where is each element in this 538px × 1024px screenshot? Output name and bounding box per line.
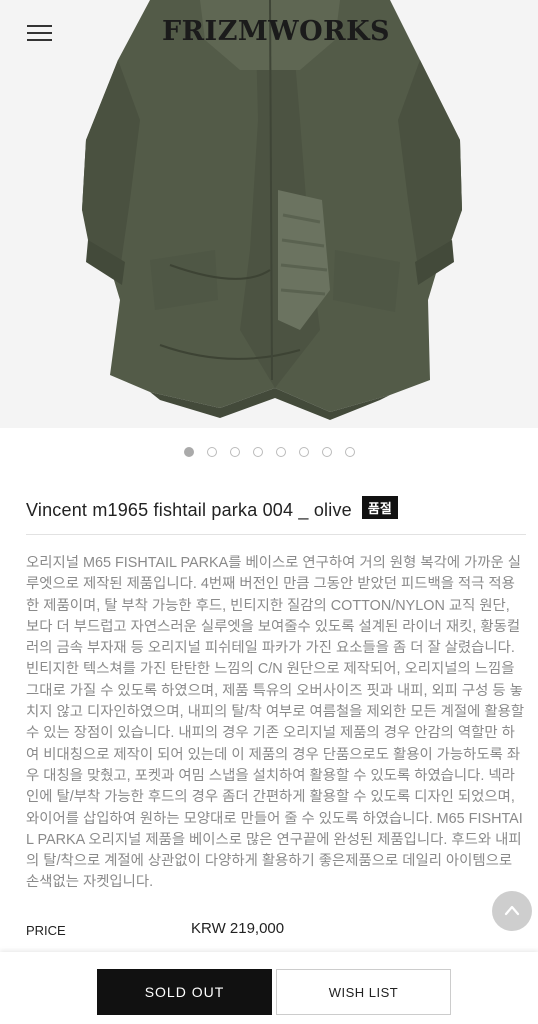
- brand-logo[interactable]: FRIZMWORKS: [0, 16, 538, 47]
- slide-dot[interactable]: [252, 447, 263, 457]
- price-value: KRW 219,000: [191, 920, 285, 937]
- top-header: FRIZMWORKS: [0, 0, 538, 70]
- sold-out-badge: 품절: [361, 496, 398, 519]
- price-label: PRICE: [26, 923, 66, 938]
- slide-dot[interactable]: [183, 447, 194, 457]
- slide-dot[interactable]: [275, 447, 286, 457]
- product-title-row: Vincent m1965 fishtail parka 004 _ olive…: [26, 496, 526, 535]
- slide-indicator: [0, 447, 538, 457]
- slide-dot[interactable]: [298, 447, 309, 457]
- scroll-top-button[interactable]: [492, 891, 532, 931]
- slide-dot[interactable]: [344, 447, 355, 457]
- product-name: Vincent m1965 fishtail parka 004 _ olive: [26, 500, 352, 520]
- product-description: 오리지널 M65 FISHTAIL PARKA를 베이스로 연구하여 거의 원형…: [26, 555, 525, 891]
- slide-dot[interactable]: [206, 447, 217, 457]
- slide-dot[interactable]: [229, 447, 240, 457]
- bottom-action-bar: SOLD OUT WISH LIST: [0, 952, 538, 1024]
- wish-list-button[interactable]: WISH LIST: [276, 969, 451, 1015]
- slide-dot[interactable]: [321, 447, 332, 457]
- chevron-up-icon: [504, 905, 520, 916]
- sold-out-button[interactable]: SOLD OUT: [97, 969, 272, 1015]
